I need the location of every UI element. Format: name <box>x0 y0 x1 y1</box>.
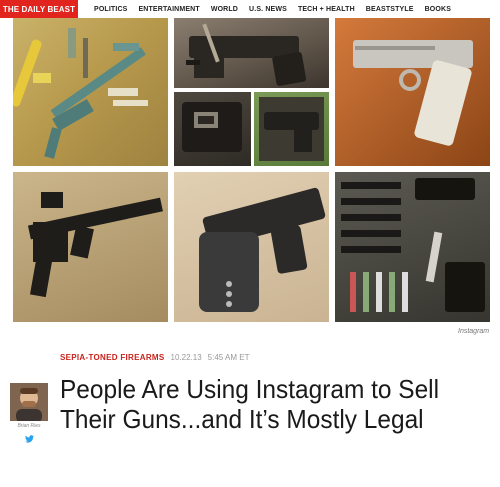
site-logo[interactable]: THE DAILY BEAST <box>0 0 78 19</box>
photo-knives-collection <box>335 172 490 322</box>
article-date: 10.22.13 <box>170 353 202 362</box>
photo-pistol-closeup <box>174 92 251 166</box>
author-avatar[interactable] <box>10 383 48 421</box>
photo-credit: Instagram <box>458 328 490 335</box>
article-time: 5:45 AM ET <box>207 353 250 362</box>
nav-menu: POLITICS ENTERTAINMENT WORLD U.S. NEWS T… <box>94 0 451 18</box>
nav-item-entertainment[interactable]: ENTERTAINMENT <box>138 6 199 13</box>
article-meta: SEPIA-TONED FIREARMS 10.22.13 5:45 AM ET <box>60 353 249 362</box>
nav-item-books[interactable]: BOOKS <box>425 6 451 13</box>
photo-pistol-case <box>254 92 329 166</box>
nav-item-politics[interactable]: POLITICS <box>94 6 127 13</box>
photo-collage <box>0 18 500 326</box>
photo-rifle-parts <box>13 18 168 166</box>
article-headline: People Are Using Instagram to Sell Their… <box>60 374 440 434</box>
author-name[interactable]: Brian Ries <box>10 423 48 429</box>
twitter-icon[interactable] <box>10 430 48 448</box>
photo-ar-rifle <box>13 172 168 322</box>
photo-pistol-top <box>174 18 329 88</box>
top-nav: THE DAILY BEAST POLITICS ENTERTAINMENT W… <box>0 0 500 19</box>
nav-item-us-news[interactable]: U.S. NEWS <box>249 6 287 13</box>
photo-holster-pistol <box>174 172 329 322</box>
nav-item-tech-health[interactable]: TECH + HEALTH <box>298 6 355 13</box>
photo-1911-pistol <box>335 18 490 166</box>
section-label[interactable]: SEPIA-TONED FIREARMS <box>60 353 165 362</box>
author-block: Brian Ries <box>10 383 48 448</box>
nav-item-beaststyle[interactable]: BEASTSTYLE <box>366 6 414 13</box>
nav-item-world[interactable]: WORLD <box>211 6 238 13</box>
